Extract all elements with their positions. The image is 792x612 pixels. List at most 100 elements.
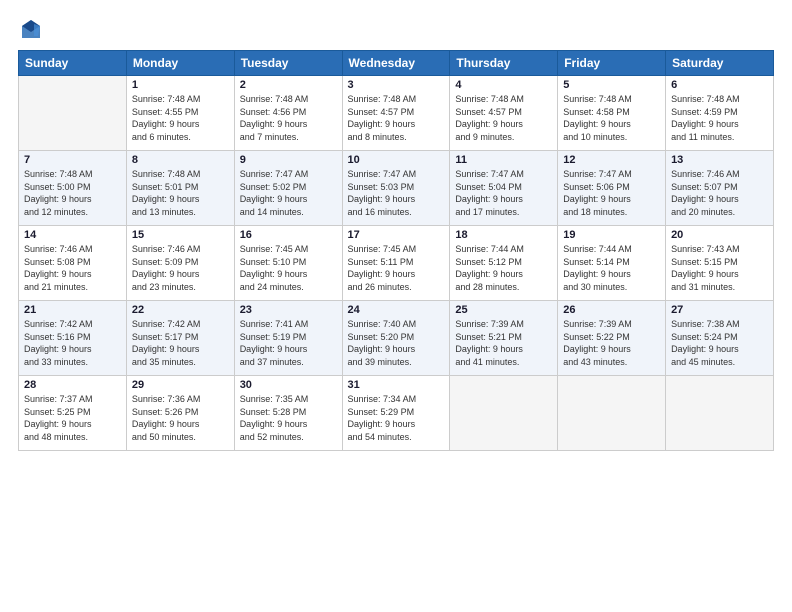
day-info: Sunrise: 7:37 AMSunset: 5:25 PMDaylight:… xyxy=(24,393,121,443)
day-info: Sunrise: 7:48 AMSunset: 4:58 PMDaylight:… xyxy=(563,93,660,143)
day-number: 18 xyxy=(455,229,552,241)
day-info: Sunrise: 7:47 AMSunset: 5:03 PMDaylight:… xyxy=(348,168,445,218)
day-cell: 9 Sunrise: 7:47 AMSunset: 5:02 PMDaylight… xyxy=(234,151,342,226)
day-number: 31 xyxy=(348,379,445,391)
day-cell: 11 Sunrise: 7:47 AMSunset: 5:04 PMDayligh… xyxy=(450,151,558,226)
day-number: 1 xyxy=(132,79,229,91)
col-header-saturday: Saturday xyxy=(666,51,774,76)
day-cell: 20 Sunrise: 7:43 AMSunset: 5:15 PMDayligh… xyxy=(666,226,774,301)
day-cell: 27 Sunrise: 7:38 AMSunset: 5:24 PMDayligh… xyxy=(666,301,774,376)
day-cell: 29 Sunrise: 7:36 AMSunset: 5:26 PMDayligh… xyxy=(126,376,234,451)
day-cell: 1 Sunrise: 7:48 AMSunset: 4:55 PMDaylight… xyxy=(126,76,234,151)
day-info: Sunrise: 7:46 AMSunset: 5:09 PMDaylight:… xyxy=(132,243,229,293)
day-number: 28 xyxy=(24,379,121,391)
calendar-week-row: 28 Sunrise: 7:37 AMSunset: 5:25 PMDayligh… xyxy=(19,376,774,451)
day-cell: 13 Sunrise: 7:46 AMSunset: 5:07 PMDayligh… xyxy=(666,151,774,226)
day-cell: 6 Sunrise: 7:48 AMSunset: 4:59 PMDaylight… xyxy=(666,76,774,151)
day-number: 15 xyxy=(132,229,229,241)
day-number: 13 xyxy=(671,154,768,166)
day-number: 3 xyxy=(348,79,445,91)
day-info: Sunrise: 7:44 AMSunset: 5:14 PMDaylight:… xyxy=(563,243,660,293)
page: SundayMondayTuesdayWednesdayThursdayFrid… xyxy=(0,0,792,612)
day-number: 17 xyxy=(348,229,445,241)
day-cell: 17 Sunrise: 7:45 AMSunset: 5:11 PMDayligh… xyxy=(342,226,450,301)
day-cell: 31 Sunrise: 7:34 AMSunset: 5:29 PMDayligh… xyxy=(342,376,450,451)
day-cell: 28 Sunrise: 7:37 AMSunset: 5:25 PMDayligh… xyxy=(19,376,127,451)
empty-cell xyxy=(666,376,774,451)
day-cell: 8Sunrise: 7:48 AMSunset: 5:01 PMDaylight… xyxy=(126,151,234,226)
col-header-friday: Friday xyxy=(558,51,666,76)
day-cell: 24 Sunrise: 7:40 AMSunset: 5:20 PMDayligh… xyxy=(342,301,450,376)
day-number: 10 xyxy=(348,154,445,166)
day-info: Sunrise: 7:47 AMSunset: 5:04 PMDaylight:… xyxy=(455,168,552,218)
day-info: Sunrise: 7:34 AMSunset: 5:29 PMDaylight:… xyxy=(348,393,445,443)
col-header-thursday: Thursday xyxy=(450,51,558,76)
day-info: Sunrise: 7:40 AMSunset: 5:20 PMDaylight:… xyxy=(348,318,445,368)
day-cell: 25 Sunrise: 7:39 AMSunset: 5:21 PMDayligh… xyxy=(450,301,558,376)
day-number: 27 xyxy=(671,304,768,316)
day-cell: 21 Sunrise: 7:42 AMSunset: 5:16 PMDayligh… xyxy=(19,301,127,376)
day-info: Sunrise: 7:44 AMSunset: 5:12 PMDaylight:… xyxy=(455,243,552,293)
day-number: 20 xyxy=(671,229,768,241)
day-cell: 16Sunrise: 7:45 AMSunset: 5:10 PMDayligh… xyxy=(234,226,342,301)
day-number: 8 xyxy=(132,154,229,166)
empty-cell xyxy=(450,376,558,451)
day-number: 30 xyxy=(240,379,337,391)
empty-cell xyxy=(558,376,666,451)
day-info: Sunrise: 7:46 AMSunset: 5:08 PMDaylight:… xyxy=(24,243,121,293)
day-cell: 14Sunrise: 7:46 AMSunset: 5:08 PMDayligh… xyxy=(19,226,127,301)
day-number: 9 xyxy=(240,154,337,166)
day-info: Sunrise: 7:48 AMSunset: 4:56 PMDaylight:… xyxy=(240,93,337,143)
day-number: 22 xyxy=(132,304,229,316)
day-number: 29 xyxy=(132,379,229,391)
calendar-week-row: 14Sunrise: 7:46 AMSunset: 5:08 PMDayligh… xyxy=(19,226,774,301)
day-cell: 18 Sunrise: 7:44 AMSunset: 5:12 PMDayligh… xyxy=(450,226,558,301)
day-info: Sunrise: 7:48 AMSunset: 5:00 PMDaylight:… xyxy=(24,168,121,218)
day-number: 6 xyxy=(671,79,768,91)
day-cell: 30 Sunrise: 7:35 AMSunset: 5:28 PMDayligh… xyxy=(234,376,342,451)
day-cell: 2 Sunrise: 7:48 AMSunset: 4:56 PMDaylight… xyxy=(234,76,342,151)
day-info: Sunrise: 7:36 AMSunset: 5:26 PMDaylight:… xyxy=(132,393,229,443)
day-cell: 12Sunrise: 7:47 AMSunset: 5:06 PMDayligh… xyxy=(558,151,666,226)
day-cell: 5 Sunrise: 7:48 AMSunset: 4:58 PMDaylight… xyxy=(558,76,666,151)
day-number: 21 xyxy=(24,304,121,316)
day-number: 4 xyxy=(455,79,552,91)
day-info: Sunrise: 7:42 AMSunset: 5:17 PMDaylight:… xyxy=(132,318,229,368)
day-number: 2 xyxy=(240,79,337,91)
day-info: Sunrise: 7:46 AMSunset: 5:07 PMDaylight:… xyxy=(671,168,768,218)
day-cell: 23Sunrise: 7:41 AMSunset: 5:19 PMDayligh… xyxy=(234,301,342,376)
day-number: 5 xyxy=(563,79,660,91)
day-cell: 4Sunrise: 7:48 AMSunset: 4:57 PMDaylight… xyxy=(450,76,558,151)
day-cell: 3 Sunrise: 7:48 AMSunset: 4:57 PMDaylight… xyxy=(342,76,450,151)
day-info: Sunrise: 7:43 AMSunset: 5:15 PMDaylight:… xyxy=(671,243,768,293)
day-info: Sunrise: 7:48 AMSunset: 4:57 PMDaylight:… xyxy=(348,93,445,143)
day-number: 7 xyxy=(24,154,121,166)
calendar-week-row: 21 Sunrise: 7:42 AMSunset: 5:16 PMDayligh… xyxy=(19,301,774,376)
calendar-week-row: 1 Sunrise: 7:48 AMSunset: 4:55 PMDaylight… xyxy=(19,76,774,151)
logo xyxy=(18,18,48,40)
calendar-table: SundayMondayTuesdayWednesdayThursdayFrid… xyxy=(18,50,774,451)
day-number: 25 xyxy=(455,304,552,316)
day-info: Sunrise: 7:39 AMSunset: 5:21 PMDaylight:… xyxy=(455,318,552,368)
col-header-sunday: Sunday xyxy=(19,51,127,76)
col-header-tuesday: Tuesday xyxy=(234,51,342,76)
empty-cell xyxy=(19,76,127,151)
day-info: Sunrise: 7:42 AMSunset: 5:16 PMDaylight:… xyxy=(24,318,121,368)
col-header-monday: Monday xyxy=(126,51,234,76)
day-info: Sunrise: 7:35 AMSunset: 5:28 PMDaylight:… xyxy=(240,393,337,443)
day-info: Sunrise: 7:38 AMSunset: 5:24 PMDaylight:… xyxy=(671,318,768,368)
day-info: Sunrise: 7:47 AMSunset: 5:02 PMDaylight:… xyxy=(240,168,337,218)
day-number: 11 xyxy=(455,154,552,166)
calendar-week-row: 7 Sunrise: 7:48 AMSunset: 5:00 PMDaylight… xyxy=(19,151,774,226)
day-number: 26 xyxy=(563,304,660,316)
day-number: 24 xyxy=(348,304,445,316)
day-info: Sunrise: 7:45 AMSunset: 5:10 PMDaylight:… xyxy=(240,243,337,293)
day-info: Sunrise: 7:48 AMSunset: 4:55 PMDaylight:… xyxy=(132,93,229,143)
day-info: Sunrise: 7:45 AMSunset: 5:11 PMDaylight:… xyxy=(348,243,445,293)
day-number: 12 xyxy=(563,154,660,166)
calendar-header-row: SundayMondayTuesdayWednesdayThursdayFrid… xyxy=(19,51,774,76)
logo-icon xyxy=(20,18,42,40)
day-cell: 15 Sunrise: 7:46 AMSunset: 5:09 PMDayligh… xyxy=(126,226,234,301)
day-info: Sunrise: 7:48 AMSunset: 4:59 PMDaylight:… xyxy=(671,93,768,143)
day-cell: 22 Sunrise: 7:42 AMSunset: 5:17 PMDayligh… xyxy=(126,301,234,376)
